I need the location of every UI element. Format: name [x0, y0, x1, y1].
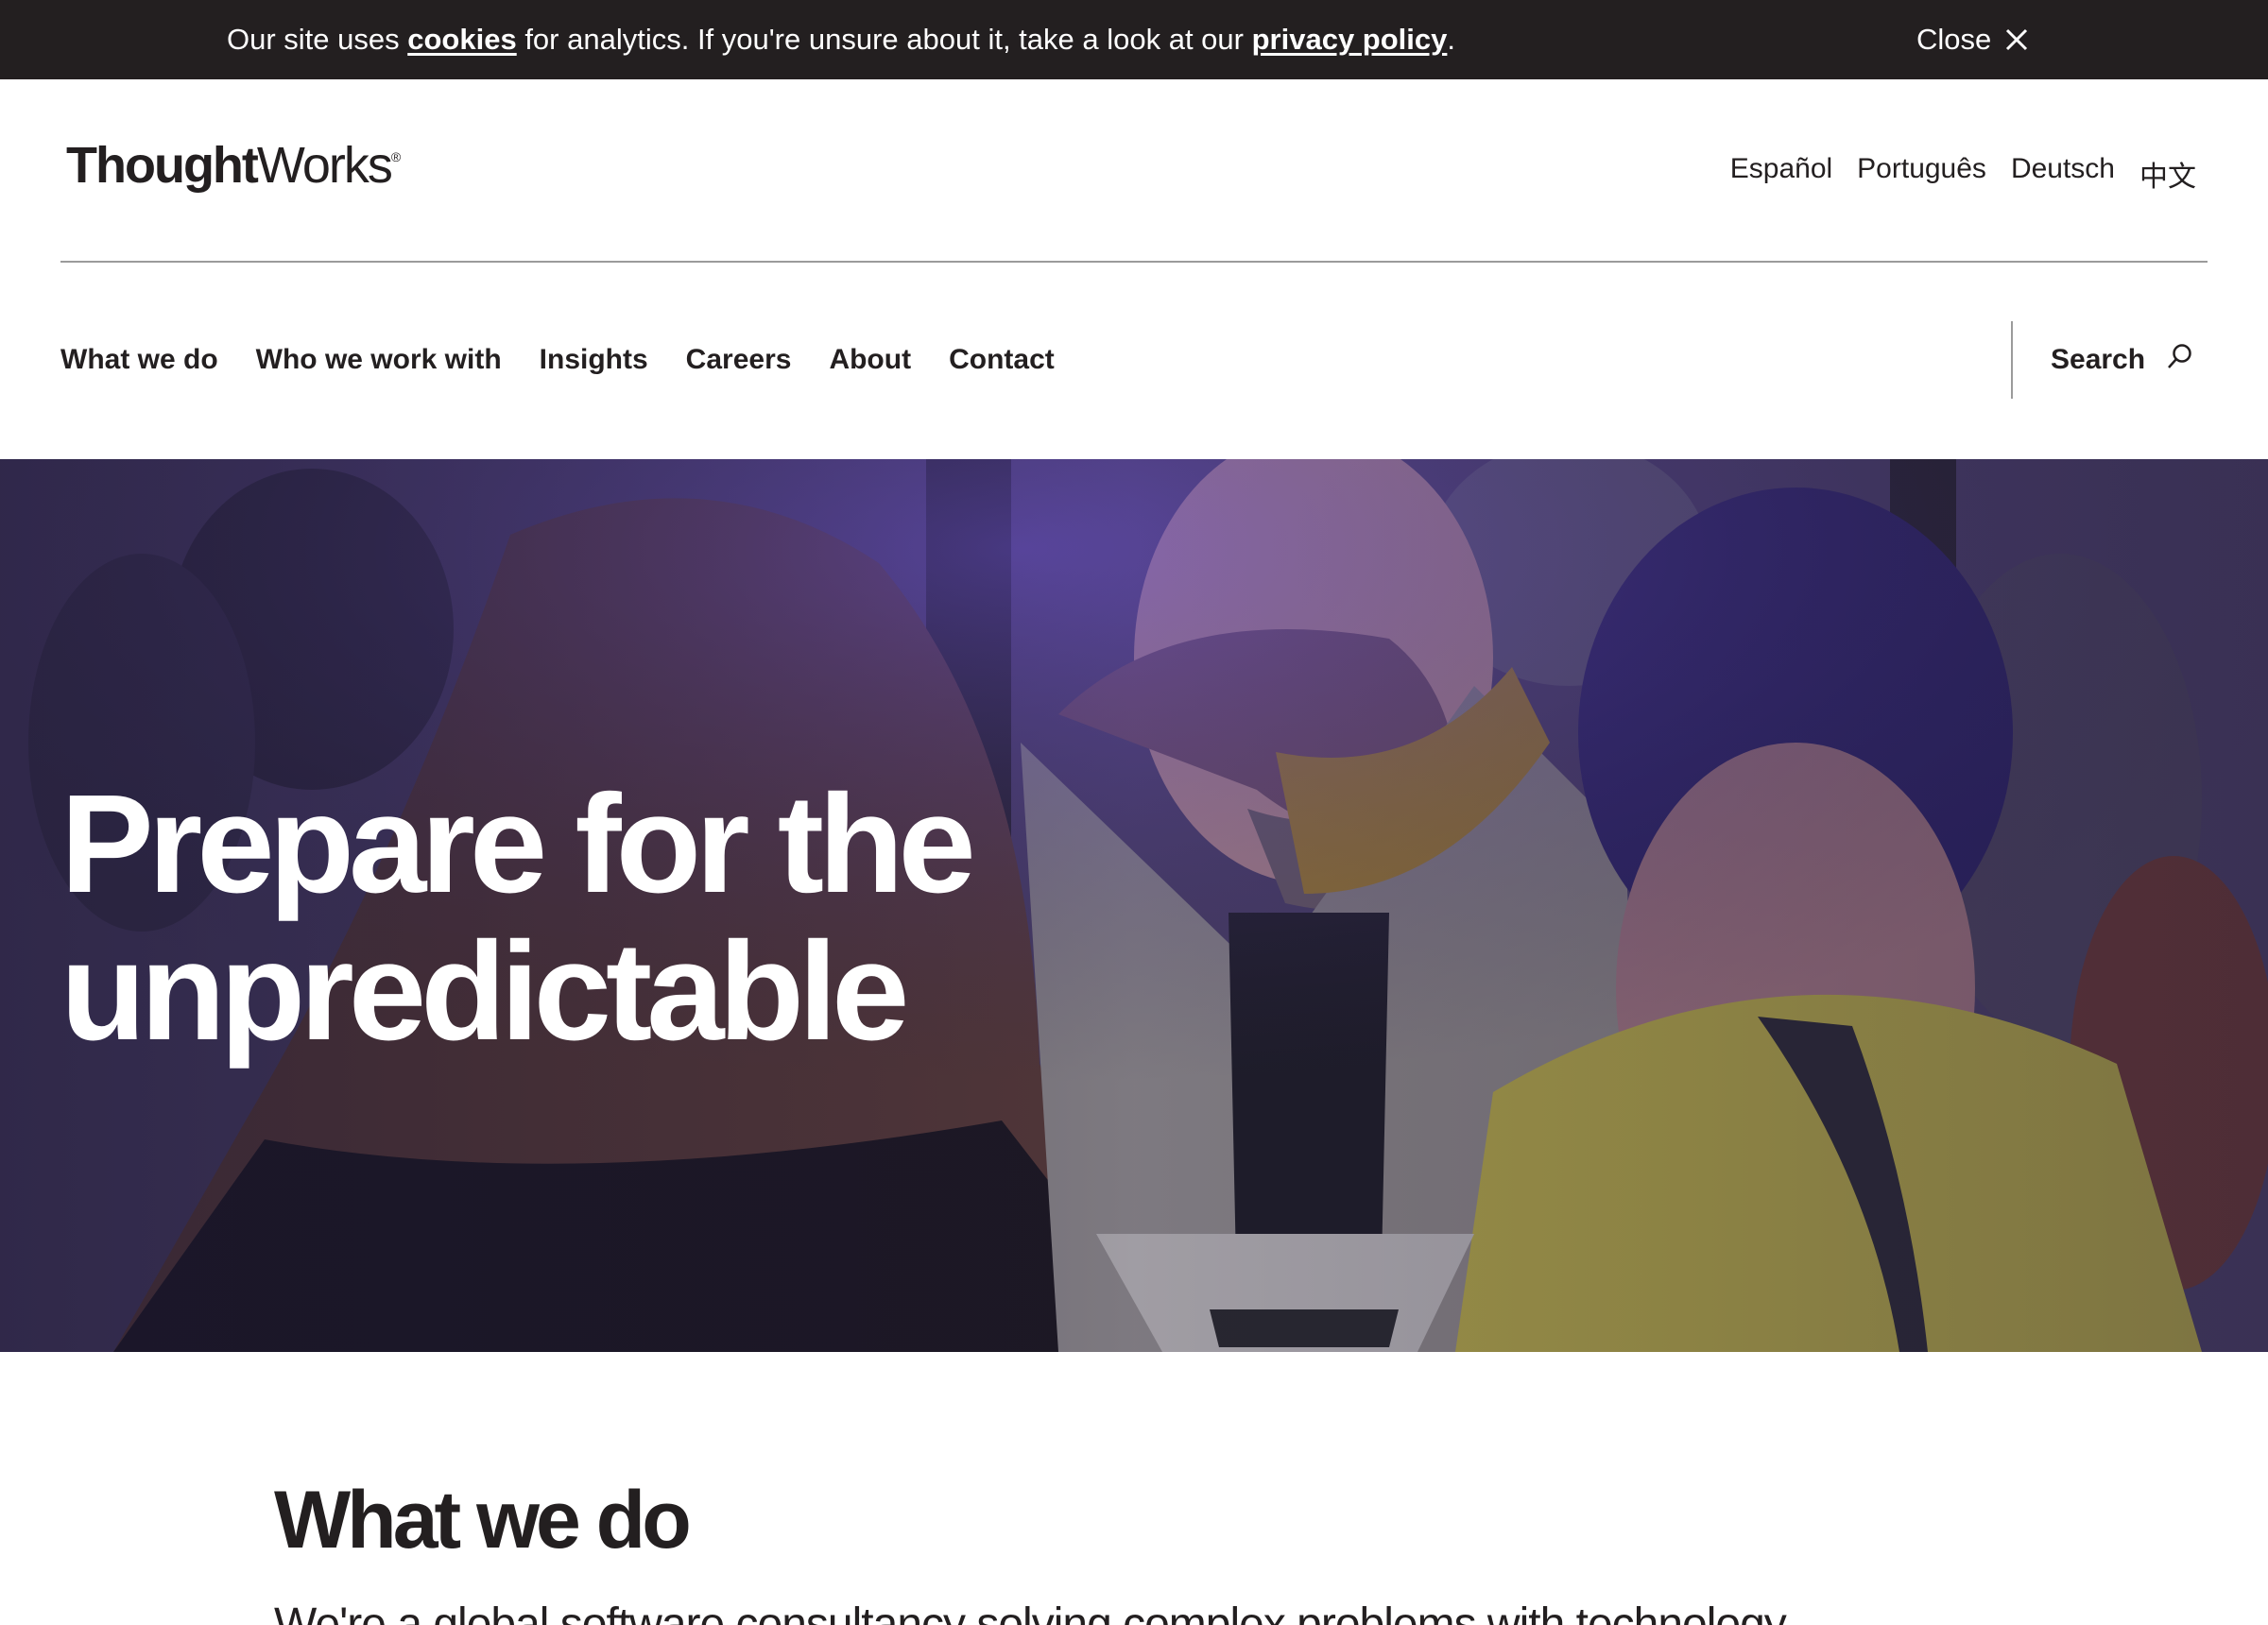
logo-text-thought: Thought [66, 137, 259, 194]
nav-item-what-we-do[interactable]: What we do [60, 344, 218, 376]
cookie-text-before: Our site uses [227, 23, 408, 56]
cookie-close-label: Close [1916, 23, 1992, 56]
language-link-chinese[interactable]: 中文 [2139, 153, 2196, 195]
privacy-policy-link[interactable]: privacy policy [1252, 23, 1448, 56]
nav-item-contact[interactable]: Contact [949, 344, 1055, 376]
cookie-banner: Our site uses cookies for analytics. If … [0, 0, 2268, 79]
search-label: Search [2051, 344, 2146, 375]
hero-title-line2: unpredictable [60, 914, 909, 1069]
language-switcher: Español Português Deutsch 中文 [1730, 153, 2196, 195]
nav-item-about[interactable]: About [829, 344, 911, 376]
nav-item-careers[interactable]: Careers [686, 344, 792, 376]
hero-title-line1: Prepare for the [60, 766, 976, 922]
cookie-message: Our site uses cookies for analytics. If … [227, 0, 1455, 79]
hero-title: Prepare for the unpredictable [60, 771, 1100, 1066]
search-icon [2168, 344, 2191, 368]
search-button[interactable]: Search [2051, 321, 2194, 399]
logo-registered-mark: ® [390, 149, 401, 164]
nav-item-insights[interactable]: Insights [540, 344, 648, 376]
logo-text-works: Works [256, 137, 393, 194]
cookie-text-after: . [1447, 23, 1456, 56]
language-link-espanol[interactable]: Español [1730, 153, 1832, 195]
what-we-do-lead: We're a global software consultancy solv… [274, 1599, 1787, 1625]
cookie-text-middle: for analytics. If you're unsure about it… [516, 23, 1252, 56]
main-nav: What we do Who we work with Insights Car… [60, 321, 1055, 399]
cookie-close-button[interactable]: Close [1916, 0, 2029, 79]
what-we-do-heading: What we do [274, 1475, 692, 1565]
thoughtworks-logo[interactable]: ThoughtWorks® [66, 136, 401, 194]
language-link-portugues[interactable]: Português [1857, 153, 1986, 195]
nav-item-who-we-work-with[interactable]: Who we work with [256, 344, 502, 376]
language-link-deutsch[interactable]: Deutsch [2011, 153, 2115, 195]
cookies-link[interactable]: cookies [407, 23, 516, 56]
hero-banner: Prepare for the unpredictable [0, 459, 2268, 1352]
close-icon [2006, 28, 2028, 51]
header-divider [60, 261, 2208, 263]
nav-search-divider [2011, 321, 2013, 399]
